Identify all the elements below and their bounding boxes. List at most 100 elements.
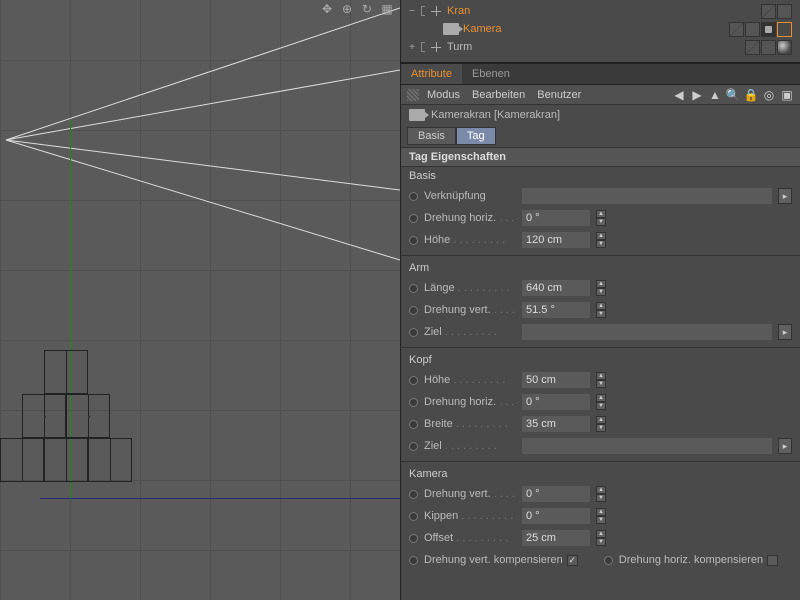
spinner[interactable]: ▲▼ (596, 416, 606, 432)
outliner-row[interactable]: − Kran (401, 2, 800, 20)
link-field[interactable] (522, 188, 772, 204)
tab-ebenen[interactable]: Ebenen (462, 64, 520, 84)
subtab-basis[interactable]: Basis (407, 127, 456, 145)
anim-dot[interactable] (409, 534, 418, 543)
param-ziel-kopf: Ziel ▸ (401, 435, 800, 457)
value-input[interactable] (522, 394, 590, 410)
param-label: Drehung vert. (424, 488, 516, 500)
subtab-tag[interactable]: Tag (456, 127, 496, 145)
expander-icon[interactable]: − (407, 6, 417, 17)
nav-back-icon[interactable]: ◀ (672, 88, 686, 102)
value-input[interactable] (522, 210, 590, 226)
tag-slot[interactable] (761, 4, 776, 19)
anim-dot[interactable] (409, 328, 418, 337)
menu-modus[interactable]: Modus (423, 89, 464, 101)
nav-up-icon[interactable]: ▲ (708, 88, 722, 102)
value-input[interactable] (522, 530, 590, 546)
camera-crane-icon (409, 109, 425, 121)
vp-move-icon[interactable]: ✥ (320, 2, 334, 16)
link-field[interactable] (522, 324, 772, 340)
scene-cubes (0, 350, 132, 482)
anim-dot[interactable] (604, 556, 613, 565)
anim-dot[interactable] (409, 490, 418, 499)
target-icon[interactable]: ◎ (762, 88, 776, 102)
anim-dot[interactable] (409, 214, 418, 223)
tag-slot[interactable] (777, 4, 792, 19)
vp-zoom-icon[interactable]: ⊕ (340, 2, 354, 16)
tab-attribute[interactable]: Attribute (401, 64, 462, 84)
expander-icon[interactable]: + (407, 42, 417, 53)
anim-dot[interactable] (409, 420, 418, 429)
anim-dot[interactable] (409, 306, 418, 315)
spinner[interactable]: ▲▼ (596, 302, 606, 318)
spinner[interactable]: ▲▼ (596, 486, 606, 502)
tag-slot[interactable] (761, 40, 776, 55)
spinner[interactable]: ▲▼ (596, 372, 606, 388)
tag-slot[interactable] (745, 40, 760, 55)
anim-dot[interactable] (409, 284, 418, 293)
outliner-row[interactable]: + Turm (401, 38, 800, 56)
value-input[interactable] (522, 508, 590, 524)
nav-fwd-icon[interactable]: ▶ (690, 88, 704, 102)
anim-dot[interactable] (409, 512, 418, 521)
param-label: Drehung vert. kompensieren (424, 554, 563, 566)
param-label: Offset (424, 532, 516, 544)
link-field[interactable] (522, 438, 772, 454)
object-header: Kamerakran [Kamerakran] (401, 105, 800, 125)
viewport-toolbar: ✥ ⊕ ↻ ▦ (314, 0, 400, 18)
menu-benutzer[interactable]: Benutzer (533, 89, 585, 101)
material-tag-icon[interactable] (777, 40, 792, 55)
null-icon (429, 4, 443, 18)
spinner[interactable]: ▲▼ (596, 394, 606, 410)
anim-dot[interactable] (409, 556, 418, 565)
param-label: Drehung horiz. (424, 396, 516, 408)
tag-slot[interactable] (729, 22, 744, 37)
link-picker-icon[interactable]: ▸ (778, 188, 792, 204)
value-input[interactable] (522, 280, 590, 296)
spinner[interactable]: ▲▼ (596, 232, 606, 248)
value-input[interactable] (522, 486, 590, 502)
spinner[interactable]: ▲▼ (596, 530, 606, 546)
object-name[interactable]: Kamera (463, 23, 502, 35)
anim-dot[interactable] (409, 398, 418, 407)
group-arm: Arm (401, 255, 800, 277)
grip-icon[interactable] (407, 89, 419, 101)
anim-dot[interactable] (409, 236, 418, 245)
anim-dot[interactable] (409, 192, 418, 201)
checkbox-comp-h[interactable] (767, 555, 778, 566)
param-label: Ziel (424, 326, 516, 338)
outliner[interactable]: − Kran Kamera (401, 0, 800, 63)
viewport-3d[interactable]: ✥ ⊕ ↻ ▦ (0, 0, 400, 600)
link-picker-icon[interactable]: ▸ (778, 324, 792, 340)
tag-slot[interactable] (745, 22, 760, 37)
spinner[interactable]: ▲▼ (596, 508, 606, 524)
new-window-icon[interactable]: ▣ (780, 88, 794, 102)
camera-tag-icon[interactable] (761, 22, 776, 37)
tag-slot-selected[interactable] (777, 22, 792, 37)
lock-icon[interactable]: 🔒 (744, 88, 758, 102)
param-kippen: Kippen ▲▼ (401, 505, 800, 527)
checkbox-comp-v[interactable]: ✓ (567, 555, 578, 566)
spinner[interactable]: ▲▼ (596, 280, 606, 296)
anim-dot[interactable] (409, 376, 418, 385)
object-title: Kamerakran [Kamerakran] (431, 109, 560, 121)
outliner-row[interactable]: Kamera (401, 20, 800, 38)
menu-bearbeiten[interactable]: Bearbeiten (468, 89, 529, 101)
anim-dot[interactable] (409, 442, 418, 451)
value-input[interactable] (522, 232, 590, 248)
param-compensate-row: Drehung vert. kompensieren ✓ Drehung hor… (401, 549, 800, 571)
vp-rotate-icon[interactable]: ↻ (360, 2, 374, 16)
param-label: Kippen (424, 510, 516, 522)
param-drehung-vert: Drehung vert. ▲▼ (401, 299, 800, 321)
search-icon[interactable]: 🔍 (726, 88, 740, 102)
spinner[interactable]: ▲▼ (596, 210, 606, 226)
object-name[interactable]: Turm (447, 41, 472, 53)
param-offset: Offset ▲▼ (401, 527, 800, 549)
value-input[interactable] (522, 372, 590, 388)
group-kopf: Kopf (401, 347, 800, 369)
link-picker-icon[interactable]: ▸ (778, 438, 792, 454)
object-name[interactable]: Kran (447, 5, 470, 17)
value-input[interactable] (522, 302, 590, 318)
value-input[interactable] (522, 416, 590, 432)
vp-layout-icon[interactable]: ▦ (380, 2, 394, 16)
